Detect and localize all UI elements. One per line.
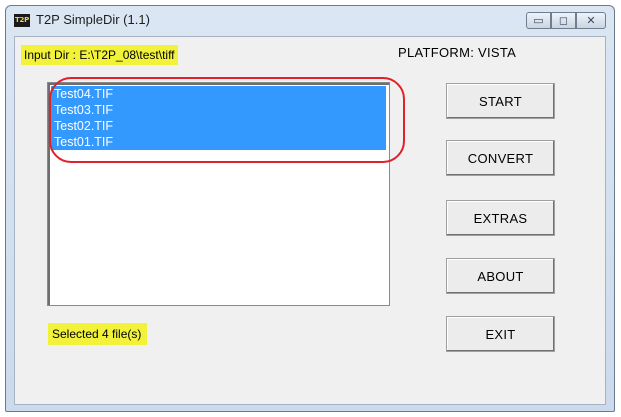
- minimize-icon: ▭: [533, 14, 544, 27]
- exit-button[interactable]: EXIT: [446, 316, 555, 352]
- close-icon: ✕: [586, 14, 596, 27]
- close-button[interactable]: ✕: [576, 12, 606, 29]
- maximize-button[interactable]: ◻: [551, 12, 576, 29]
- app-window: T2P T2P SimpleDir (1.1) ▭ ◻ ✕ Input Dir …: [5, 5, 615, 412]
- title-bar[interactable]: T2P T2P SimpleDir (1.1) ▭ ◻ ✕: [6, 6, 614, 36]
- platform-label: PLATFORM: VISTA: [398, 45, 517, 60]
- status-label: Selected 4 file(s): [48, 323, 148, 345]
- file-list-item[interactable]: Test02.TIF: [51, 118, 386, 134]
- convert-button[interactable]: CONVERT: [446, 140, 555, 176]
- window-title: T2P SimpleDir (1.1): [36, 12, 150, 27]
- file-list-item[interactable]: Test04.TIF: [51, 86, 386, 102]
- about-button[interactable]: ABOUT: [446, 258, 555, 294]
- file-list[interactable]: Test04.TIF Test03.TIF Test02.TIF Test01.…: [47, 82, 390, 306]
- app-icon: T2P: [14, 14, 30, 27]
- file-list-item[interactable]: Test01.TIF: [51, 134, 386, 150]
- extras-button[interactable]: EXTRAS: [446, 200, 555, 236]
- minimize-button[interactable]: ▭: [526, 12, 551, 29]
- input-dir-label: Input Dir : E:\T2P_08\test\tiff: [21, 45, 178, 65]
- file-list-item[interactable]: Test03.TIF: [51, 102, 386, 118]
- maximize-icon: ◻: [558, 14, 569, 27]
- start-button[interactable]: START: [446, 83, 555, 119]
- client-area: Input Dir : E:\T2P_08\test\tiff PLATFORM…: [14, 36, 606, 405]
